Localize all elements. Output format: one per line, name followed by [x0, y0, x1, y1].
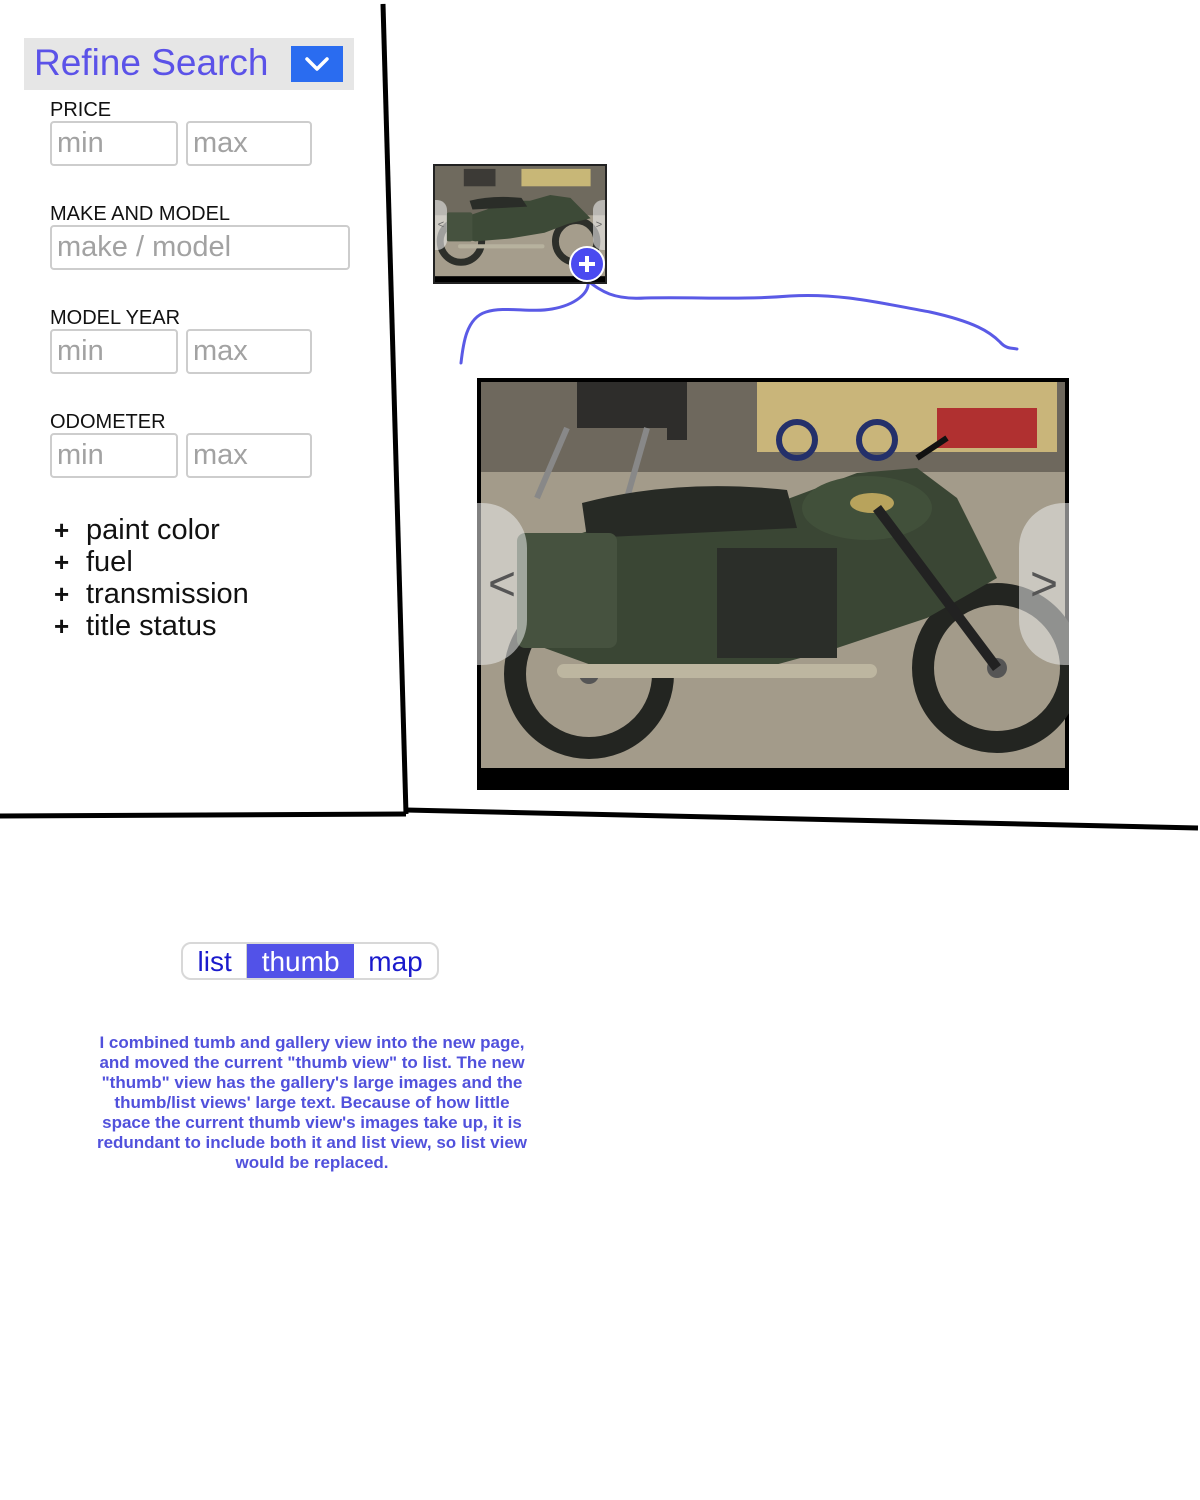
add-expand-icon[interactable] — [569, 246, 605, 282]
make-model-label: MAKE AND MODEL — [50, 203, 231, 225]
plus-icon: + — [54, 579, 70, 609]
facet-label: transmission — [86, 578, 249, 610]
large-gallery-photo[interactable]: < > — [477, 378, 1069, 790]
odometer-max-input[interactable] — [186, 433, 312, 478]
gallery-next-arrow[interactable]: > — [1019, 503, 1069, 665]
thumb-prev-arrow[interactable]: < — [435, 200, 447, 250]
make-model-input[interactable] — [50, 225, 350, 270]
odometer-min-input[interactable] — [50, 433, 178, 478]
divider-left-horizontal-line — [0, 811, 407, 819]
divider-right-horizontal-line — [405, 807, 1199, 831]
facet-label: title status — [86, 610, 217, 642]
facet-label: paint color — [86, 514, 220, 546]
plus-icon: + — [54, 611, 70, 641]
view-tab-list[interactable]: list — [183, 944, 248, 978]
odometer-label: ODOMETER — [50, 411, 166, 433]
divider-vertical-line — [380, 3, 409, 815]
facet-title-status[interactable]: + title status — [54, 610, 217, 643]
thumb-next-arrow[interactable]: > — [593, 200, 605, 250]
view-tab-map[interactable]: map — [354, 944, 437, 978]
model-year-label: MODEL YEAR — [50, 307, 181, 329]
price-label: PRICE — [50, 99, 112, 121]
facet-transmission[interactable]: + transmission — [54, 578, 249, 611]
model-year-max-input[interactable] — [186, 329, 312, 374]
price-max-input[interactable] — [186, 121, 312, 166]
motorcycle-large-image — [477, 378, 1069, 790]
facet-fuel[interactable]: + fuel — [54, 546, 133, 579]
view-mode-toggle: list thumb map — [181, 942, 439, 980]
refine-search-header: Refine Search — [24, 38, 354, 90]
model-year-min-input[interactable] — [50, 329, 178, 374]
designer-note: I combined tumb and gallery view into th… — [96, 1033, 528, 1172]
view-tab-thumb[interactable]: thumb — [247, 944, 354, 978]
refine-search-title: Refine Search — [34, 42, 269, 83]
plus-icon: + — [54, 547, 70, 577]
annotation-arrow-line — [459, 279, 1019, 365]
price-min-input[interactable] — [50, 121, 178, 166]
chevron-down-icon — [305, 57, 329, 71]
facet-label: fuel — [86, 546, 133, 578]
facet-paint-color[interactable]: + paint color — [54, 514, 220, 547]
refine-search-toggle-button[interactable] — [291, 46, 343, 82]
gallery-prev-arrow[interactable]: < — [477, 503, 527, 665]
plus-icon: + — [54, 515, 70, 545]
